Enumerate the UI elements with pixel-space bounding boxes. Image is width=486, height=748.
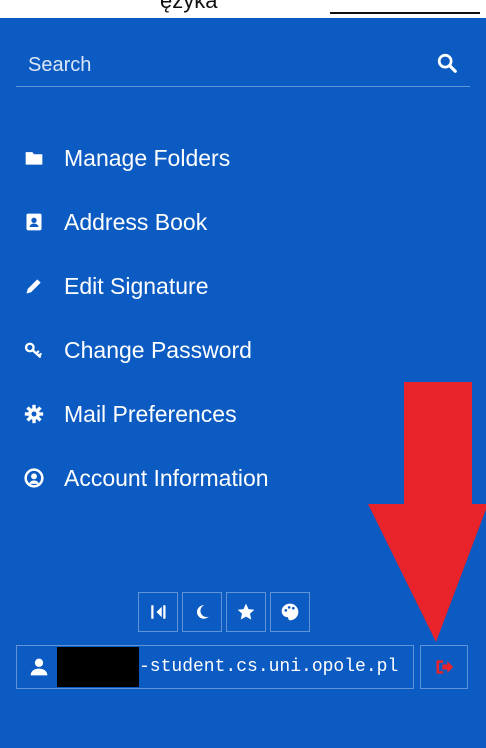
theme-button[interactable]	[270, 592, 310, 632]
search-icon[interactable]	[436, 52, 458, 74]
menu-item-manage-folders[interactable]: Manage Folders	[24, 136, 230, 180]
search-input[interactable]	[26, 48, 410, 82]
page: ęzyka Manage Folders	[0, 0, 486, 748]
menu-item-label: Address Book	[64, 208, 208, 235]
account-email: -student.cs.uni.opole.pl	[139, 657, 399, 677]
menu-item-label: Manage Folders	[64, 144, 231, 171]
clipped-heading-text: ęzyka	[160, 0, 218, 13]
menu-item-label: Change Password	[64, 336, 252, 363]
menu-item-address-book[interactable]: Address Book	[24, 200, 207, 244]
folder-icon	[25, 152, 43, 165]
logout-button[interactable]	[420, 645, 468, 689]
search-bar	[16, 44, 470, 87]
account-bar[interactable]: -student.cs.uni.opole.pl	[16, 645, 414, 689]
pencil-icon	[26, 279, 41, 294]
user-circle-icon	[24, 468, 44, 488]
moon-icon	[196, 605, 209, 619]
menu-item-change-password[interactable]: Change Password	[24, 328, 252, 372]
redacted-username	[57, 647, 139, 687]
dark-mode-button[interactable]	[182, 592, 222, 632]
palette-icon	[281, 603, 299, 621]
address-book-icon	[26, 213, 42, 231]
collapse-sidebar-button[interactable]	[138, 592, 178, 632]
menu-item-edit-signature[interactable]: Edit Signature	[24, 264, 208, 308]
collapse-sidebar-icon	[151, 605, 166, 619]
star-icon	[237, 603, 255, 620]
logout-icon	[436, 660, 454, 674]
menu-item-label: Mail Preferences	[64, 400, 237, 427]
favorites-button[interactable]	[226, 592, 266, 632]
sidebar: Manage Folders Address Book Edit Signatu…	[0, 18, 486, 748]
menu-item-account-information[interactable]: Account Information	[24, 456, 269, 500]
top-clipped-content: ęzyka	[0, 0, 486, 18]
menu-item-label: Account Information	[64, 464, 269, 491]
gear-icon	[24, 404, 44, 424]
key-icon	[24, 342, 42, 358]
clipped-underline	[330, 12, 480, 14]
menu-item-mail-preferences[interactable]: Mail Preferences	[24, 392, 237, 436]
menu-item-label: Edit Signature	[64, 272, 209, 299]
sidebar-toolbar	[138, 592, 310, 632]
user-icon	[30, 658, 48, 676]
